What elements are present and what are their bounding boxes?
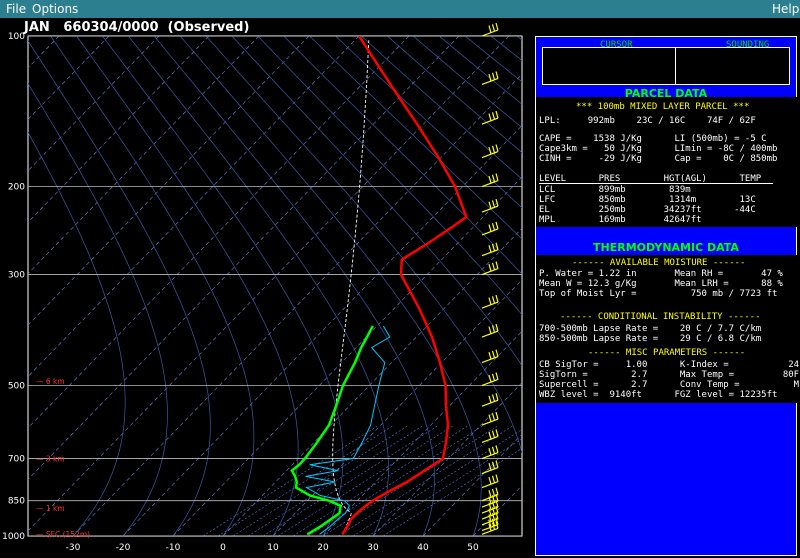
temp-tick-label: 0: [220, 543, 226, 553]
temp-tick-label: 20: [317, 543, 329, 553]
lpl-line: LPL: 992mb 23C / 16C 74F / 62F: [539, 116, 756, 126]
temp-tick-label: 30: [367, 543, 379, 553]
cursor-box: [542, 47, 790, 85]
height-label: — 3 km: [36, 455, 65, 464]
temp-tick-label: -10: [166, 543, 181, 553]
temp-tick-label: -20: [116, 543, 131, 553]
pressure-tick-label: 700: [8, 455, 25, 465]
data-panel: CURSOR SOUNDING PARCEL DATA *** 100mb MI…: [535, 36, 800, 556]
thermo-header: THERMODYNAMIC DATA: [593, 241, 739, 254]
pwater-line: P. Water = 1.22 in Mean RH = 47 %: [539, 269, 783, 279]
pressure-tick-label: 1000: [2, 532, 25, 542]
height-label: — 1 km: [36, 504, 65, 513]
lapse-850-500: 850-500mb Lapse Rate = 29 C / 6.8 C/km: [539, 334, 762, 344]
temp-tick-label: 40: [417, 543, 429, 553]
lfc-row: LFC 850mb 1314m 13C: [539, 195, 756, 205]
temp-tick-label: -30: [66, 543, 81, 553]
cape-line: CAPE = 1538 J/Kg LI (500mb) = -5 C: [539, 134, 767, 144]
el-row: EL 250mb 34237ft -44C: [539, 205, 756, 215]
pressure-tick-label: 850: [8, 497, 25, 507]
parcel-header: PARCEL DATA: [624, 87, 708, 100]
misc-line-1: CB SigTor = 1.00 K-Index = 24: [539, 360, 800, 370]
pressure-tick-label: 500: [8, 381, 25, 391]
meanw-line: Mean W = 12.3 g/Kg Mean LRH = 88 %: [539, 279, 783, 289]
cinh-line: CINH = -29 J/Kg Cap = 0C / 850mb: [539, 154, 778, 164]
misc-line-3: Supercell = 2.7 Conv Temp = M: [539, 380, 800, 390]
cursor-label: CURSOR: [600, 40, 633, 50]
temp-tick-label: 10: [267, 543, 279, 553]
skew-t-chart[interactable]: 100 200 300 500 700 850 1000 -30 -20 -10 0 10 20 30 40…: [0, 0, 535, 558]
misc-line-4: WBZ level = 9140ft FGZ level = 12235ft: [539, 390, 778, 400]
lcl-row: LCL 899mb 839m: [539, 185, 691, 195]
sounding-label: SOUNDING: [726, 40, 770, 50]
misc-line-2: SigTorn = 2.7 Max Temp = 80F: [539, 370, 800, 380]
mpl-row: MPL 169mb 42647ft: [539, 215, 702, 225]
pressure-tick-label: 100: [8, 32, 25, 42]
parcel-subtitle: *** 100mb MIXED LAYER PARCEL ***: [576, 102, 750, 112]
wind-barb: [481, 22, 499, 37]
pressure-tick-label: 200: [8, 183, 25, 193]
moisture-title: ------ AVAILABLE MOISTURE ------: [572, 258, 746, 268]
misc-title: ------ MISC PARAMETERS ------: [588, 348, 746, 358]
isotherm-line: [523, 36, 535, 536]
instability-title: ------ CONDITIONAL INSTABILITY ------: [560, 312, 761, 322]
moist-layer-line: Top of Moist Lyr = 750 mb / 7723 ft: [539, 289, 778, 299]
height-label: — SFC (152m): [36, 530, 90, 539]
pressure-tick-label: 300: [8, 271, 25, 281]
help-menu[interactable]: Help: [772, 2, 799, 16]
cape3-line: Cape3km = 50 J/Kg LImin = -8C / 400mb: [539, 144, 778, 154]
temp-tick-label: 50: [467, 543, 479, 553]
height-label: — 6 km: [36, 377, 65, 386]
lapse-700-500: 700-500mb Lapse Rate = 20 C / 7.7 C/km: [539, 324, 762, 334]
